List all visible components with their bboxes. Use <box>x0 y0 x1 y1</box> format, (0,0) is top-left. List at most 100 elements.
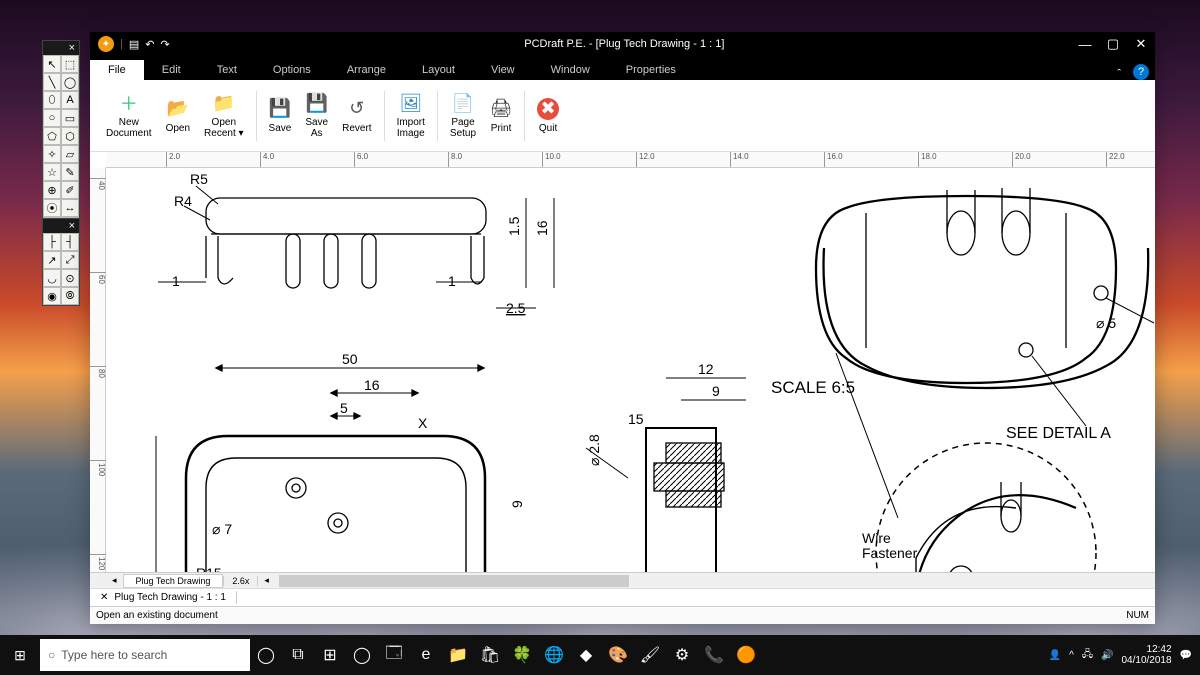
scroll-left[interactable]: ◂ <box>258 575 275 586</box>
tool-14[interactable]: ⊕ <box>43 181 61 199</box>
dim-tool-6[interactable]: ◉ <box>43 287 61 305</box>
menu-text[interactable]: Text <box>199 60 255 80</box>
zoom-level[interactable]: 2.6x <box>223 576 258 586</box>
dim-r5: R5 <box>190 171 208 187</box>
drawing-canvas[interactable]: R5 R4 1 1 1.5 16 2.5 50 16 5 X 12 9 15 <box>106 168 1155 572</box>
menu-edit[interactable]: Edit <box>144 60 199 80</box>
cortana-icon[interactable]: ◯ <box>250 639 282 671</box>
volume-icon[interactable]: 🔊 <box>1101 650 1113 661</box>
taskbar-app-4[interactable]: 📁 <box>442 639 474 671</box>
taskbar-app-7[interactable]: 🌐 <box>538 639 570 671</box>
taskbar-app-3[interactable]: e <box>410 639 442 671</box>
ribbon-collapse-icon[interactable]: ˆ <box>1111 68 1127 80</box>
tool-16[interactable]: ⦿ <box>43 199 61 217</box>
taskview-icon[interactable]: ⧉ <box>282 639 314 671</box>
notifications-icon[interactable]: 💬 <box>1180 650 1192 661</box>
maximize-button[interactable]: ▢ <box>1099 36 1127 52</box>
tool-5[interactable]: A <box>61 91 79 109</box>
tool-10[interactable]: ✧ <box>43 145 61 163</box>
dim-tool-5[interactable]: ⊙ <box>61 269 79 287</box>
sheet-nav-prev[interactable]: ◂ <box>106 575 123 586</box>
tool-palette-main: × ↖⬚╲◯⬯A○▭⬠⬡✧▱☆✎⊕✐⦿↔+1:1 <box>42 40 80 236</box>
network-icon[interactable]: 🖧 <box>1082 647 1093 664</box>
tool-7[interactable]: ▭ <box>61 109 79 127</box>
tool-3[interactable]: ◯ <box>61 73 79 91</box>
taskbar-app-2[interactable]: 🗔 <box>378 639 410 671</box>
import-image-button[interactable]: 🖼Import Image <box>391 90 431 141</box>
taskbar-app-12[interactable]: 📞 <box>698 639 730 671</box>
dim-dia7: ⌀ 7 <box>212 521 232 537</box>
start-button[interactable]: ⊞ <box>0 647 40 664</box>
document-tab[interactable]: ✕ Plug Tech Drawing - 1 : 1 <box>90 591 237 604</box>
clock[interactable]: 12:42 04/10/2018 <box>1121 644 1171 666</box>
dim-1-5: 1.5 <box>506 216 522 236</box>
dim-tool-1[interactable]: ┤ <box>61 233 79 251</box>
tool-1[interactable]: ⬚ <box>61 55 79 73</box>
help-button[interactable]: ? <box>1133 64 1149 80</box>
scrollbar-thumb-h[interactable] <box>279 575 629 587</box>
redo-icon[interactable]: ↷ <box>160 38 169 51</box>
menu-layout[interactable]: Layout <box>404 60 473 80</box>
dim-16: 16 <box>534 220 550 236</box>
print-button[interactable]: 🖨Print <box>484 96 518 136</box>
open-button[interactable]: 📂Open <box>160 96 196 136</box>
dim-tool-3[interactable]: ⤢ <box>61 251 79 269</box>
taskbar-app-10[interactable]: 🖌 <box>634 639 666 671</box>
close-icon[interactable]: ✕ <box>100 592 108 603</box>
tool-15[interactable]: ✐ <box>61 181 79 199</box>
undo-icon[interactable]: ↶ <box>145 38 154 51</box>
taskbar-app-11[interactable]: ⚙ <box>666 639 698 671</box>
tool-13[interactable]: ✎ <box>61 163 79 181</box>
tool-9[interactable]: ⬡ <box>61 127 79 145</box>
tool-17[interactable]: ↔ <box>61 199 79 217</box>
taskbar: ⊞ ○ Type here to search ◯ ⧉ ⊞◯🗔e📁🛍🍀🌐◆🎨🖌⚙… <box>0 635 1200 675</box>
save-as-button[interactable]: 💾Save As <box>299 90 334 141</box>
close-icon[interactable]: × <box>43 219 79 233</box>
dim-tool-2[interactable]: ↗ <box>43 251 61 269</box>
dim-tool-4[interactable]: ◡ <box>43 269 61 287</box>
revert-label: Revert <box>342 123 371 134</box>
dim-tool-7[interactable]: ⦾ <box>61 287 79 305</box>
dim-2-5: 2.5 <box>506 300 526 316</box>
tool-11[interactable]: ▱ <box>61 145 79 163</box>
label-see-detail: SEE DETAIL A <box>1006 425 1111 442</box>
new-document-button[interactable]: ＋New Document <box>100 90 158 141</box>
sheet-tab[interactable]: Plug Tech Drawing <box>123 574 224 588</box>
taskbar-app-0[interactable]: ⊞ <box>314 639 346 671</box>
tool-4[interactable]: ⬯ <box>43 91 61 109</box>
document-tab-label: Plug Tech Drawing - 1 : 1 <box>114 592 226 603</box>
menu-properties[interactable]: Properties <box>608 60 694 80</box>
menu-window[interactable]: Window <box>533 60 608 80</box>
revert-button[interactable]: ↺Revert <box>336 96 377 136</box>
taskbar-app-6[interactable]: 🍀 <box>506 639 538 671</box>
close-icon[interactable]: × <box>43 41 79 55</box>
tool-0[interactable]: ↖ <box>43 55 61 73</box>
import-image-label: Import Image <box>397 117 425 139</box>
minimize-button[interactable]: — <box>1071 37 1099 52</box>
menu-arrange[interactable]: Arrange <box>329 60 404 80</box>
taskbar-app-5[interactable]: 🛍 <box>474 639 506 671</box>
quit-button[interactable]: ✖Quit <box>531 96 565 136</box>
menu-options[interactable]: Options <box>255 60 329 80</box>
taskbar-app-1[interactable]: ◯ <box>346 639 378 671</box>
tool-2[interactable]: ╲ <box>43 73 61 91</box>
tool-6[interactable]: ○ <box>43 109 61 127</box>
dim-tool-0[interactable]: ├ <box>43 233 61 251</box>
people-icon[interactable]: 👤 <box>1049 650 1061 661</box>
open-recent-button[interactable]: 📁Open Recent ▾ <box>198 90 249 141</box>
taskbar-app-8[interactable]: ◆ <box>570 639 602 671</box>
tool-12[interactable]: ☆ <box>43 163 61 181</box>
qat-save-icon[interactable]: ▤ <box>129 38 139 51</box>
taskbar-app-13[interactable]: 🟠 <box>730 639 762 671</box>
save-button[interactable]: 💾Save <box>263 96 298 136</box>
new-document-icon: ＋ <box>118 92 140 114</box>
tray-overflow-icon[interactable]: ^ <box>1069 650 1074 661</box>
menu-view[interactable]: View <box>473 60 533 80</box>
menu-file[interactable]: File <box>90 60 144 80</box>
page-setup-button[interactable]: 📄Page Setup <box>444 90 482 141</box>
open-recent-label: Open Recent ▾ <box>204 117 243 139</box>
taskbar-app-9[interactable]: 🎨 <box>602 639 634 671</box>
tool-8[interactable]: ⬠ <box>43 127 61 145</box>
close-button[interactable]: ✕ <box>1127 36 1155 52</box>
search-input[interactable]: ○ Type here to search <box>40 639 250 671</box>
